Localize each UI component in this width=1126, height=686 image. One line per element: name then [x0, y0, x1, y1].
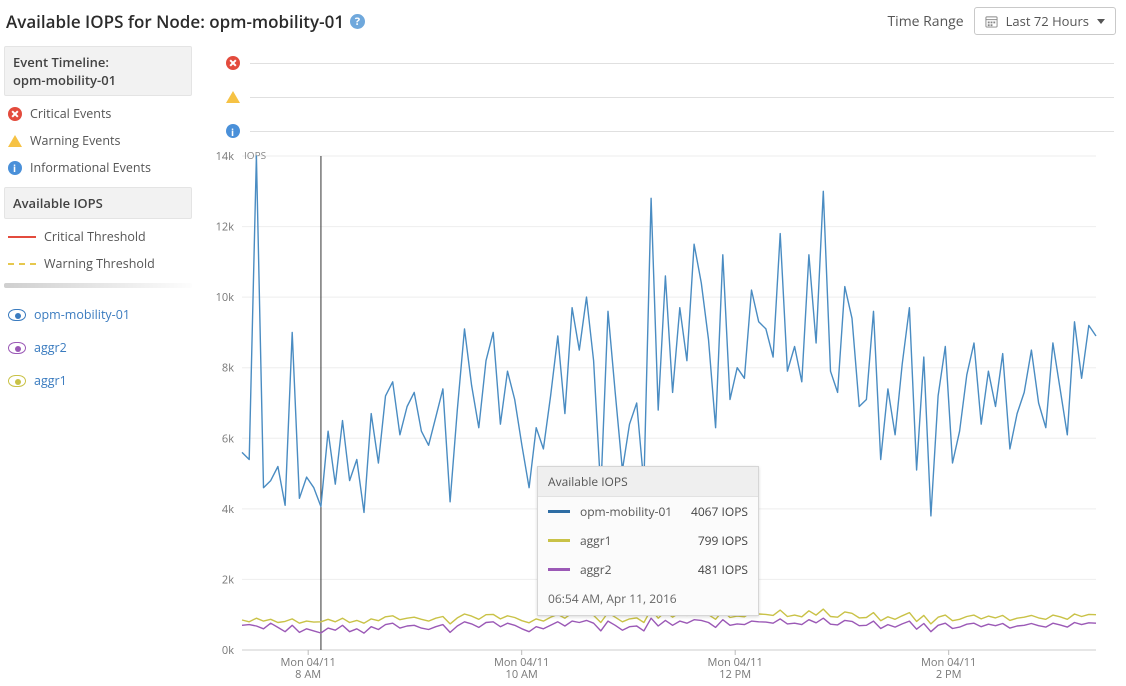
legend-link[interactable]: aggr1	[34, 372, 67, 389]
threshold-warning: Warning Threshold	[4, 250, 192, 277]
svg-text:6k: 6k	[222, 431, 234, 446]
legend-item[interactable]: opm-mobility-01	[4, 298, 192, 331]
eye-icon	[8, 309, 26, 321]
svg-text:14k: 14k	[216, 150, 235, 164]
critical-icon	[226, 56, 240, 70]
event-track	[250, 63, 1114, 64]
svg-text:IOPS: IOPS	[244, 150, 266, 162]
section-title: Available IOPS	[13, 194, 103, 212]
svg-text:8 AM: 8 AM	[295, 667, 321, 682]
time-range-value: Last 72 Hours	[1006, 12, 1089, 30]
sidebar: Event Timeline: opm-mobility-01 Critical…	[4, 38, 192, 686]
event-track	[250, 131, 1114, 132]
event-type-informational: Informational Events	[4, 154, 192, 181]
event-label: Warning Events	[30, 132, 120, 149]
event-type-critical: Critical Events	[4, 100, 192, 127]
calendar-icon	[985, 15, 998, 28]
legend-list: opm-mobility-01 aggr2 aggr1	[4, 298, 192, 397]
eye-icon	[8, 375, 26, 387]
event-row-info	[226, 114, 1114, 148]
warning-icon	[226, 91, 240, 103]
help-icon[interactable]: ?	[350, 14, 365, 29]
critical-icon	[8, 107, 22, 121]
event-row-warning	[226, 80, 1114, 114]
threshold-label: Warning Threshold	[44, 255, 155, 272]
time-range-label: Time Range	[887, 12, 963, 31]
time-range-dropdown[interactable]: Last 72 Hours	[974, 7, 1116, 35]
svg-text:12k: 12k	[216, 220, 235, 235]
page-title: Available IOPS for Node: opm-mobility-01…	[6, 10, 365, 33]
event-row-critical	[226, 46, 1114, 80]
eye-icon	[8, 342, 26, 354]
info-icon	[8, 161, 22, 175]
critical-line-icon	[8, 236, 36, 238]
warning-line-icon	[8, 263, 36, 265]
separator	[4, 283, 192, 288]
legend-link[interactable]: aggr2	[34, 339, 67, 356]
svg-text:12 PM: 12 PM	[719, 667, 751, 682]
event-timeline-node: opm-mobility-01	[13, 71, 116, 89]
line-chart[interactable]: 0k2k4k6k8k10k12k14kIOPSMon 04/118 AMMon …	[202, 150, 1102, 686]
legend-link[interactable]: opm-mobility-01	[34, 306, 130, 323]
svg-text:10k: 10k	[216, 290, 235, 305]
svg-text:8k: 8k	[222, 361, 234, 376]
event-track	[250, 97, 1114, 98]
event-timeline-rows	[226, 46, 1114, 148]
event-label: Critical Events	[30, 105, 111, 122]
event-timeline-label: Event Timeline:	[13, 53, 109, 71]
title-text: Available IOPS for Node: opm-mobility-01	[6, 10, 344, 33]
event-type-warning: Warning Events	[4, 127, 192, 154]
legend-item[interactable]: aggr2	[4, 331, 192, 364]
svg-text:2 PM: 2 PM	[936, 667, 962, 682]
svg-text:2k: 2k	[222, 572, 234, 587]
info-icon	[226, 124, 240, 138]
svg-text:0k: 0k	[222, 643, 234, 658]
warning-icon	[8, 135, 22, 147]
chevron-down-icon	[1097, 19, 1105, 24]
legend-item[interactable]: aggr1	[4, 364, 192, 397]
header-right: Time Range Last 72 Hours	[887, 7, 1116, 35]
page-header: Available IOPS for Node: opm-mobility-01…	[4, 4, 1118, 38]
threshold-critical: Critical Threshold	[4, 223, 192, 250]
event-timeline-header: Event Timeline: opm-mobility-01	[4, 46, 192, 96]
event-label: Informational Events	[30, 159, 151, 176]
svg-text:10 AM: 10 AM	[506, 667, 538, 682]
threshold-label: Critical Threshold	[44, 228, 146, 245]
svg-text:4k: 4k	[222, 502, 234, 517]
section-available-iops: Available IOPS	[4, 187, 192, 219]
chart-area: 0k2k4k6k8k10k12k14kIOPSMon 04/118 AMMon …	[192, 38, 1118, 686]
